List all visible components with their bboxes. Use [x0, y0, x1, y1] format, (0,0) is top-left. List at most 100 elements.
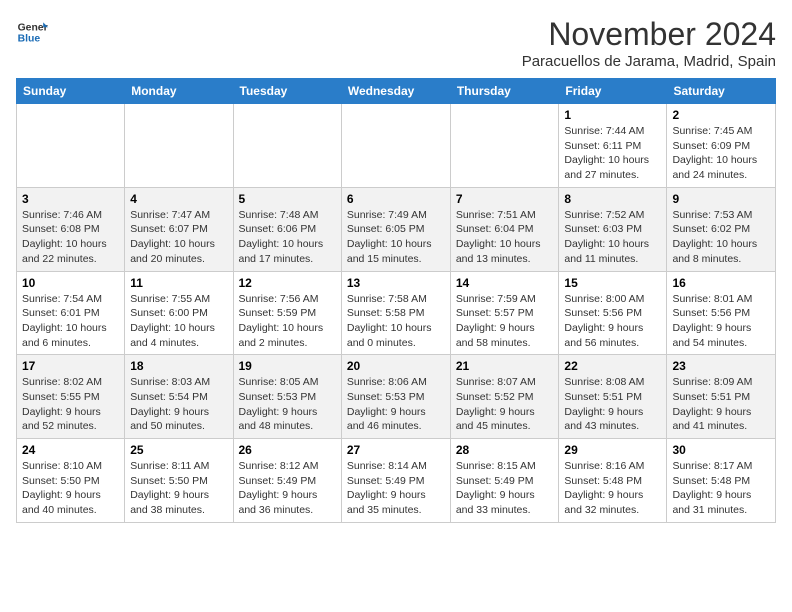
calendar-week-row: 10 Sunrise: 7:54 AM Sunset: 6:01 PM Dayli…: [17, 271, 776, 355]
calendar-cell: 12 Sunrise: 7:56 AM Sunset: 5:59 PM Dayli…: [233, 271, 341, 355]
day-info: Sunrise: 8:00 AM Sunset: 5:56 PM Dayligh…: [564, 292, 661, 351]
day-info: Sunrise: 7:51 AM Sunset: 6:04 PM Dayligh…: [456, 208, 554, 267]
svg-text:Blue: Blue: [18, 34, 41, 45]
calendar-cell: 3 Sunrise: 7:46 AM Sunset: 6:08 PM Daylig…: [17, 187, 125, 271]
day-number: 14: [456, 276, 554, 290]
day-info: Sunrise: 8:10 AM Sunset: 5:50 PM Dayligh…: [22, 459, 119, 518]
calendar-cell: 8 Sunrise: 7:52 AM Sunset: 6:03 PM Daylig…: [559, 187, 667, 271]
calendar-cell: 10 Sunrise: 7:54 AM Sunset: 6:01 PM Dayli…: [17, 271, 125, 355]
day-info: Sunrise: 8:14 AM Sunset: 5:49 PM Dayligh…: [347, 459, 445, 518]
weekday-header-sunday: Sunday: [17, 79, 125, 104]
calendar-cell: 24 Sunrise: 8:10 AM Sunset: 5:50 PM Dayli…: [17, 439, 125, 523]
day-info: Sunrise: 7:55 AM Sunset: 6:00 PM Dayligh…: [130, 292, 227, 351]
calendar-cell: 20 Sunrise: 8:06 AM Sunset: 5:53 PM Dayli…: [341, 355, 450, 439]
day-info: Sunrise: 8:06 AM Sunset: 5:53 PM Dayligh…: [347, 375, 445, 434]
calendar-cell: 2 Sunrise: 7:45 AM Sunset: 6:09 PM Daylig…: [667, 104, 776, 188]
weekday-header-thursday: Thursday: [450, 79, 559, 104]
calendar-cell: 21 Sunrise: 8:07 AM Sunset: 5:52 PM Dayli…: [450, 355, 559, 439]
page-header: General Blue November 2024 Paracuellos d…: [16, 16, 776, 70]
day-number: 15: [564, 276, 661, 290]
day-number: 5: [239, 192, 336, 206]
day-info: Sunrise: 7:54 AM Sunset: 6:01 PM Dayligh…: [22, 292, 119, 351]
day-number: 4: [130, 192, 227, 206]
calendar-table: SundayMondayTuesdayWednesdayThursdayFrid…: [16, 78, 776, 523]
day-number: 18: [130, 359, 227, 373]
day-number: 27: [347, 443, 445, 457]
day-number: 25: [130, 443, 227, 457]
calendar-cell: 19Sunrise: 8:05 AM Sunset: 5:53 PM Dayli…: [233, 355, 341, 439]
calendar-cell: 11 Sunrise: 7:55 AM Sunset: 6:00 PM Dayli…: [125, 271, 233, 355]
day-info: Sunrise: 7:53 AM Sunset: 6:02 PM Dayligh…: [672, 208, 770, 267]
logo-icon: General Blue: [16, 16, 48, 48]
day-number: 29: [564, 443, 661, 457]
calendar-week-row: 17 Sunrise: 8:02 AM Sunset: 5:55 PM Dayli…: [17, 355, 776, 439]
calendar-week-row: 24 Sunrise: 8:10 AM Sunset: 5:50 PM Dayli…: [17, 439, 776, 523]
calendar-cell: 26 Sunrise: 8:12 AM Sunset: 5:49 PM Dayli…: [233, 439, 341, 523]
calendar-cell: [17, 104, 125, 188]
day-info: Sunrise: 7:48 AM Sunset: 6:06 PM Dayligh…: [239, 208, 336, 267]
day-info: Sunrise: 7:49 AM Sunset: 6:05 PM Dayligh…: [347, 208, 445, 267]
day-info: Sunrise: 8:16 AM Sunset: 5:48 PM Dayligh…: [564, 459, 661, 518]
calendar-cell: [233, 104, 341, 188]
day-number: 11: [130, 276, 227, 290]
day-number: 20: [347, 359, 445, 373]
day-number: 9: [672, 192, 770, 206]
day-info: Sunrise: 8:08 AM Sunset: 5:51 PM Dayligh…: [564, 375, 661, 434]
calendar-cell: 1 Sunrise: 7:44 AM Sunset: 6:11 PM Daylig…: [559, 104, 667, 188]
day-number: 24: [22, 443, 119, 457]
location-subtitle: Paracuellos de Jarama, Madrid, Spain: [522, 53, 776, 70]
calendar-cell: [341, 104, 450, 188]
day-number: 12: [239, 276, 336, 290]
day-number: 21: [456, 359, 554, 373]
day-info: Sunrise: 7:45 AM Sunset: 6:09 PM Dayligh…: [672, 124, 770, 183]
day-info: Sunrise: 7:56 AM Sunset: 5:59 PM Dayligh…: [239, 292, 336, 351]
day-number: 26: [239, 443, 336, 457]
day-number: 30: [672, 443, 770, 457]
day-number: 8: [564, 192, 661, 206]
calendar-cell: 18 Sunrise: 8:03 AM Sunset: 5:54 PM Dayli…: [125, 355, 233, 439]
day-number: 6: [347, 192, 445, 206]
day-number: 10: [22, 276, 119, 290]
calendar-week-row: 1 Sunrise: 7:44 AM Sunset: 6:11 PM Daylig…: [17, 104, 776, 188]
weekday-header-row: SundayMondayTuesdayWednesdayThursdayFrid…: [17, 79, 776, 104]
day-info: Sunrise: 8:09 AM Sunset: 5:51 PM Dayligh…: [672, 375, 770, 434]
day-number: 2: [672, 108, 770, 122]
day-number: 28: [456, 443, 554, 457]
calendar-cell: 14Sunrise: 7:59 AM Sunset: 5:57 PM Dayli…: [450, 271, 559, 355]
day-info: Sunrise: 7:47 AM Sunset: 6:07 PM Dayligh…: [130, 208, 227, 267]
day-info: Sunrise: 8:03 AM Sunset: 5:54 PM Dayligh…: [130, 375, 227, 434]
calendar-cell: 22 Sunrise: 8:08 AM Sunset: 5:51 PM Dayli…: [559, 355, 667, 439]
day-info: Sunrise: 8:05 AM Sunset: 5:53 PM Dayligh…: [239, 375, 336, 434]
month-title: November 2024: [522, 16, 776, 53]
day-info: Sunrise: 8:07 AM Sunset: 5:52 PM Dayligh…: [456, 375, 554, 434]
day-number: 1: [564, 108, 661, 122]
day-info: Sunrise: 8:02 AM Sunset: 5:55 PM Dayligh…: [22, 375, 119, 434]
day-info: Sunrise: 7:46 AM Sunset: 6:08 PM Dayligh…: [22, 208, 119, 267]
day-info: Sunrise: 8:11 AM Sunset: 5:50 PM Dayligh…: [130, 459, 227, 518]
calendar-cell: [450, 104, 559, 188]
calendar-cell: [125, 104, 233, 188]
calendar-cell: 28 Sunrise: 8:15 AM Sunset: 5:49 PM Dayli…: [450, 439, 559, 523]
day-info: Sunrise: 8:12 AM Sunset: 5:49 PM Dayligh…: [239, 459, 336, 518]
day-info: Sunrise: 8:15 AM Sunset: 5:49 PM Dayligh…: [456, 459, 554, 518]
day-info: Sunrise: 8:17 AM Sunset: 5:48 PM Dayligh…: [672, 459, 770, 518]
calendar-cell: 6 Sunrise: 7:49 AM Sunset: 6:05 PM Daylig…: [341, 187, 450, 271]
calendar-cell: 15 Sunrise: 8:00 AM Sunset: 5:56 PM Dayli…: [559, 271, 667, 355]
day-info: Sunrise: 7:58 AM Sunset: 5:58 PM Dayligh…: [347, 292, 445, 351]
weekday-header-wednesday: Wednesday: [341, 79, 450, 104]
day-info: Sunrise: 7:44 AM Sunset: 6:11 PM Dayligh…: [564, 124, 661, 183]
calendar-cell: 5 Sunrise: 7:48 AM Sunset: 6:06 PM Daylig…: [233, 187, 341, 271]
day-number: 23: [672, 359, 770, 373]
calendar-cell: 27 Sunrise: 8:14 AM Sunset: 5:49 PM Dayli…: [341, 439, 450, 523]
day-info: Sunrise: 7:52 AM Sunset: 6:03 PM Dayligh…: [564, 208, 661, 267]
calendar-cell: 9 Sunrise: 7:53 AM Sunset: 6:02 PM Daylig…: [667, 187, 776, 271]
calendar-cell: 29 Sunrise: 8:16 AM Sunset: 5:48 PM Dayli…: [559, 439, 667, 523]
weekday-header-saturday: Saturday: [667, 79, 776, 104]
calendar-cell: 16Sunrise: 8:01 AM Sunset: 5:56 PM Dayli…: [667, 271, 776, 355]
logo: General Blue: [16, 16, 48, 48]
day-number: 22: [564, 359, 661, 373]
weekday-header-friday: Friday: [559, 79, 667, 104]
day-number: 17: [22, 359, 119, 373]
day-number: 3: [22, 192, 119, 206]
calendar-cell: 25 Sunrise: 8:11 AM Sunset: 5:50 PM Dayli…: [125, 439, 233, 523]
